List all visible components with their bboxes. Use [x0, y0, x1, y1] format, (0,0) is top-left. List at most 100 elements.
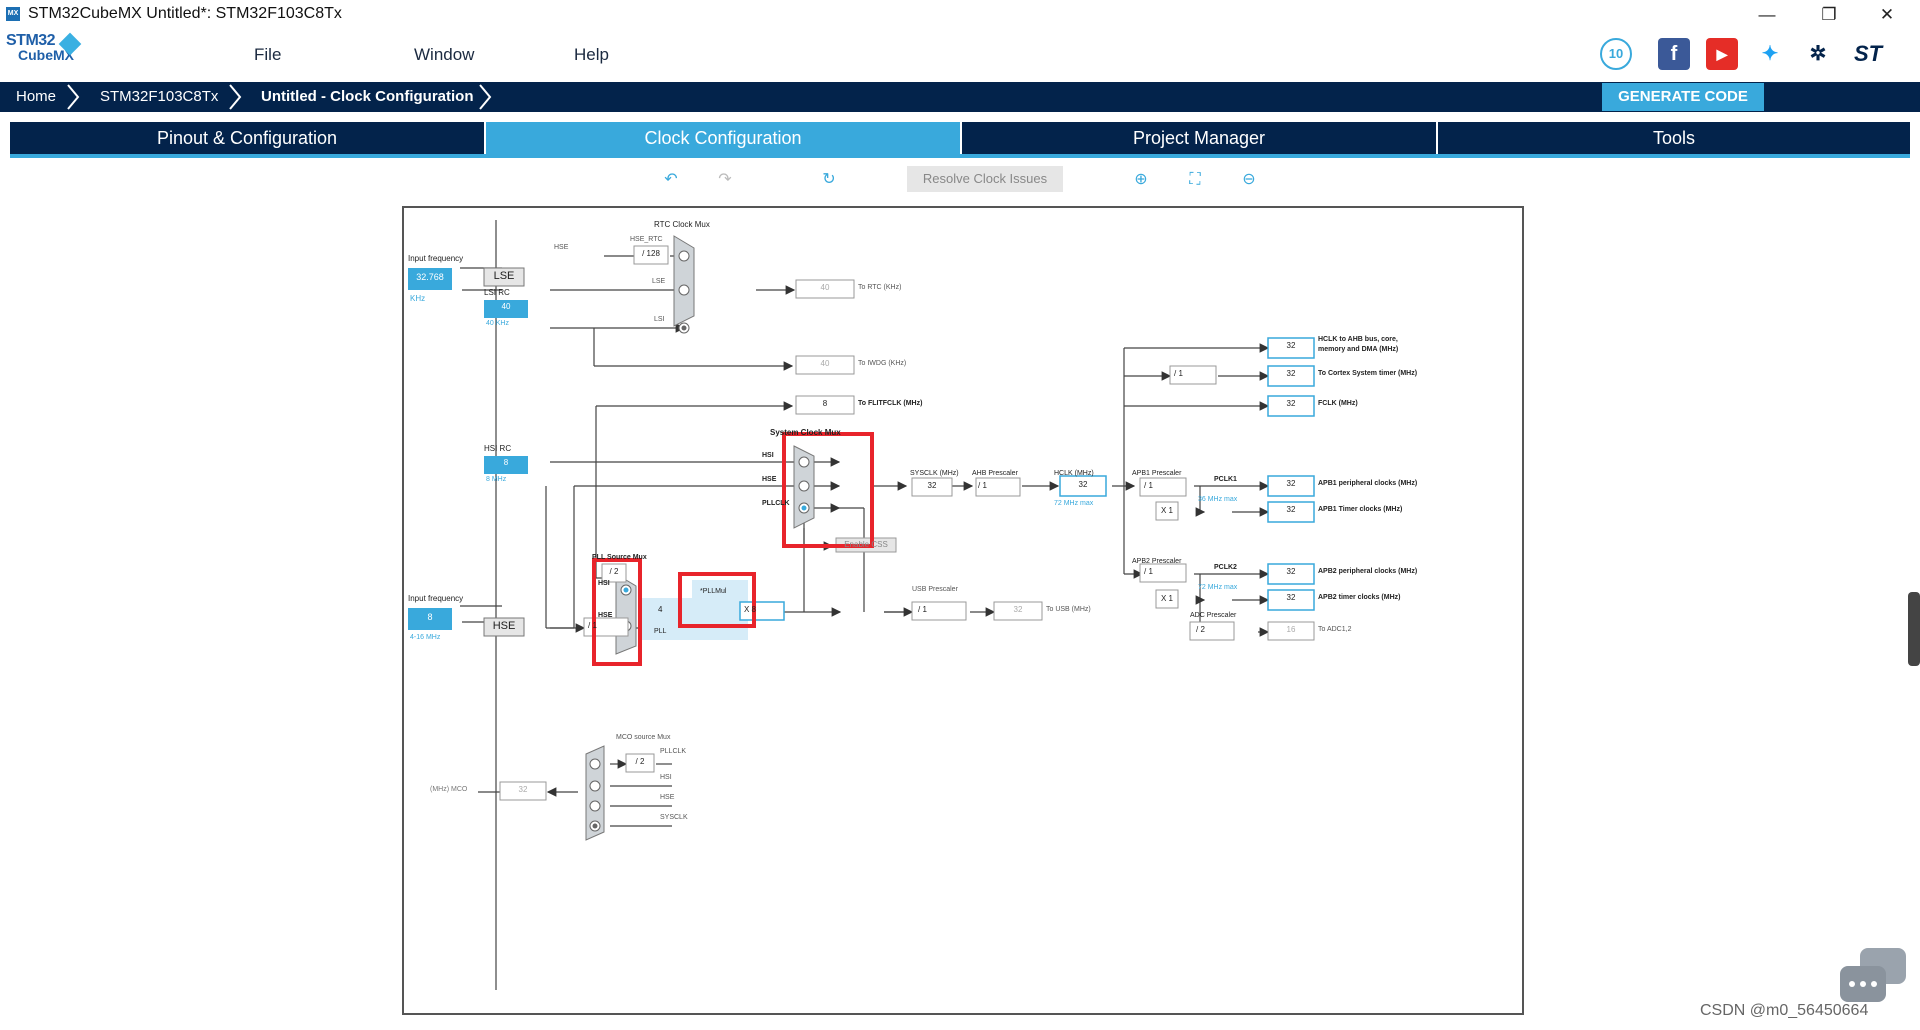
- usb-prescaler-label: USB Prescaler: [912, 586, 958, 593]
- main-tabs: Pinout & Configuration Clock Configurati…: [10, 122, 1910, 158]
- apb2-prescaler-label: APB2 Prescaler: [1132, 558, 1182, 565]
- hse-input-field[interactable]: 8: [408, 612, 452, 622]
- lsi-label: LSI RC: [484, 288, 510, 297]
- apb2-timer-mult: X 1: [1160, 594, 1173, 603]
- ahb-prescaler-select[interactable]: / 1: [978, 481, 987, 490]
- sysclk-label: SYSCLK (MHz): [910, 470, 959, 477]
- twitter-icon[interactable]: ✦: [1754, 38, 1786, 70]
- refresh-icon[interactable]: ↻: [819, 170, 839, 190]
- output-hclk-value[interactable]: 32: [1268, 341, 1314, 350]
- hse-unit: 4-16 MHz: [410, 634, 441, 641]
- output-hclk-label2: memory and DMA (MHz): [1318, 346, 1399, 353]
- fit-icon[interactable]: ⛶: [1185, 170, 1205, 190]
- pll-label: PLL: [654, 628, 667, 635]
- zoom-out-icon[interactable]: ⊖: [1239, 170, 1259, 190]
- output-apb2-timer-value[interactable]: 32: [1268, 593, 1314, 602]
- anniversary-10-icon[interactable]: 10: [1600, 38, 1632, 70]
- restore-button[interactable]: ❐: [1806, 2, 1852, 28]
- watermark: CSDN @m0_56450664: [1700, 1002, 1869, 1019]
- hsi-label: HSI RC: [484, 444, 512, 453]
- sys-mux-title: System Clock Mux: [770, 428, 841, 437]
- output-apb1-timer-value[interactable]: 32: [1268, 505, 1314, 514]
- lsi-value: 40: [501, 302, 511, 311]
- pll-mux-title: PLL Source Mux: [592, 554, 647, 561]
- mco-output-value: 32: [518, 785, 528, 794]
- mco-hsi: HSI: [660, 774, 672, 781]
- rtc-lse-label: LSE: [652, 278, 666, 285]
- flitf-output-label: To FLITFCLK (MHz): [858, 400, 923, 407]
- breadcrumb-current[interactable]: Untitled - Clock Configuration: [261, 82, 473, 112]
- hclk-value[interactable]: 32: [1060, 480, 1106, 489]
- youtube-icon[interactable]: ▶: [1706, 38, 1738, 70]
- tab-clock-configuration[interactable]: Clock Configuration: [486, 122, 960, 154]
- enable-css-button[interactable]: Enable CSS: [836, 540, 896, 549]
- pclk1-max: 36 MHz max: [1198, 496, 1238, 503]
- rtc-div-128[interactable]: / 128: [634, 249, 668, 258]
- menu-bar: [0, 30, 1920, 82]
- menu-file[interactable]: File: [254, 45, 281, 65]
- lse-unit: KHz: [410, 294, 426, 303]
- output-cortex-label: To Cortex System timer (MHz): [1318, 370, 1418, 377]
- generate-code-button[interactable]: GENERATE CODE: [1602, 83, 1764, 111]
- pll-hsi-div2: / 2: [609, 567, 619, 576]
- hclk-label: HCLK (MHz): [1054, 470, 1094, 477]
- pllmul-select[interactable]: X 8: [744, 605, 756, 614]
- output-apb2-timer-label: APB2 timer clocks (MHz): [1318, 594, 1401, 601]
- mco-mux-title: MCO source Mux: [616, 734, 671, 741]
- apb1-prescaler-select[interactable]: / 1: [1144, 481, 1153, 490]
- undo-icon[interactable]: ↶: [661, 170, 681, 190]
- chevron-right-icon: [67, 84, 80, 110]
- sysclk-value: 32: [927, 481, 937, 490]
- lse-freq-label: Input frequency: [408, 254, 464, 263]
- close-button[interactable]: ✕: [1864, 2, 1910, 28]
- tab-project-manager[interactable]: Project Manager: [962, 122, 1436, 154]
- apb2-prescaler-select[interactable]: / 1: [1144, 567, 1153, 576]
- minimize-button[interactable]: —: [1744, 2, 1790, 28]
- usb-prescaler-select[interactable]: / 1: [918, 605, 927, 614]
- lsi-unit: 40 KHz: [486, 320, 509, 327]
- redo-icon[interactable]: ↷: [715, 170, 735, 190]
- iwdg-output-value: 40: [820, 359, 830, 368]
- lse-input-field[interactable]: 32.768: [410, 272, 450, 282]
- tab-pinout[interactable]: Pinout & Configuration: [10, 122, 484, 154]
- cortex-prescaler-select[interactable]: / 1: [1174, 369, 1183, 378]
- pclk1-label: PCLK1: [1214, 476, 1237, 483]
- output-apb2-periph-label: APB2 peripheral clocks (MHz): [1318, 568, 1418, 575]
- output-apb2-periph-value[interactable]: 32: [1268, 567, 1314, 576]
- menu-help[interactable]: Help: [574, 45, 609, 65]
- tabs-underline: [10, 154, 1910, 158]
- hclk-max: 72 MHz max: [1054, 500, 1094, 507]
- side-panel-handle[interactable]: [1908, 592, 1920, 666]
- chevron-right-icon: [229, 84, 242, 110]
- chat-icon[interactable]: [1840, 948, 1910, 1008]
- resolve-clock-issues-button[interactable]: Resolve Clock Issues: [907, 166, 1063, 192]
- hse-prediv-select[interactable]: / 1: [588, 621, 597, 630]
- adc-prescaler-label: ADC Prescaler: [1190, 612, 1237, 619]
- breadcrumb-home[interactable]: Home: [16, 82, 56, 112]
- breadcrumb-mcu[interactable]: STM32F103C8Tx: [100, 82, 218, 112]
- adc-prescaler-select[interactable]: / 2: [1196, 625, 1205, 634]
- pll-mux-hse: HSE: [598, 612, 613, 619]
- rtc-output-label: To RTC (KHz): [858, 284, 902, 291]
- mco-output-label: (MHz) MCO: [430, 786, 468, 793]
- output-apb1-periph-value[interactable]: 32: [1268, 479, 1314, 488]
- hsi-unit: 8 MHz: [486, 476, 507, 483]
- output-cortex-value[interactable]: 32: [1268, 369, 1314, 378]
- menu-window[interactable]: Window: [414, 45, 474, 65]
- tab-tools[interactable]: Tools: [1438, 122, 1910, 154]
- chevron-right-icon: [479, 84, 492, 110]
- st-logo-icon[interactable]: ST: [1852, 38, 1884, 70]
- sys-mux-hsi: HSI: [762, 452, 774, 459]
- sys-mux-pllclk: PLLCLK: [762, 500, 790, 507]
- facebook-icon[interactable]: f: [1658, 38, 1690, 70]
- output-apb1-timer-label: APB1 Timer clocks (MHz): [1318, 506, 1403, 513]
- usb-output-value: 32: [1013, 605, 1023, 614]
- network-icon[interactable]: ✲: [1802, 38, 1834, 70]
- output-fclk-value[interactable]: 32: [1268, 399, 1314, 408]
- ahb-prescaler-label: AHB Prescaler: [972, 470, 1018, 477]
- pll-input-value: 4: [658, 605, 663, 614]
- app-icon: MX: [6, 7, 20, 21]
- rtc-hse-label: HSE: [554, 244, 569, 251]
- zoom-in-icon[interactable]: ⊕: [1131, 170, 1151, 190]
- pllmul-label: *PLLMul: [700, 588, 727, 595]
